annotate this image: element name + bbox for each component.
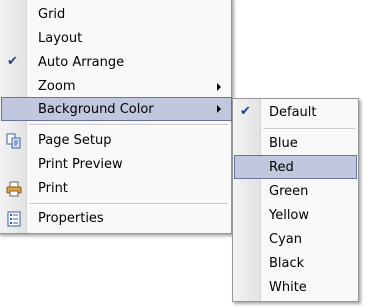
submenu-item-white[interactable]: White bbox=[235, 276, 356, 300]
submenu-item-red-label: Red bbox=[269, 160, 294, 175]
menu-item-background-color-label: Background Color bbox=[38, 102, 154, 117]
menu-item-page-setup-label: Page Setup bbox=[38, 133, 112, 148]
properties-icon bbox=[6, 211, 22, 227]
submenu-item-yellow[interactable]: Yellow bbox=[235, 204, 356, 228]
menu-item-grid-label: Grid bbox=[38, 7, 66, 22]
menu-item-print[interactable]: Print bbox=[1, 177, 229, 201]
menu-item-properties[interactable]: Properties bbox=[1, 207, 229, 231]
submenu-arrow-icon bbox=[217, 83, 221, 91]
menu-item-grid[interactable]: Grid bbox=[1, 3, 229, 27]
submenu-item-white-label: White bbox=[269, 280, 307, 295]
menu-item-background-color[interactable]: Background Color bbox=[1, 97, 232, 121]
submenu-item-green[interactable]: Green bbox=[235, 180, 356, 204]
submenu-item-red[interactable]: Red bbox=[234, 155, 357, 179]
menu-item-properties-label: Properties bbox=[38, 211, 104, 226]
menu-item-zoom[interactable]: Zoom bbox=[1, 75, 229, 99]
menu-item-layout-label: Layout bbox=[38, 31, 83, 46]
submenu-item-black-label: Black bbox=[269, 256, 305, 271]
page-setup-icon bbox=[6, 133, 22, 149]
menu-separator bbox=[29, 203, 228, 205]
menu-item-print-preview[interactable]: Print Preview bbox=[1, 153, 229, 177]
submenu-separator bbox=[263, 128, 355, 130]
menu-item-print-preview-label: Print Preview bbox=[38, 157, 123, 172]
menu-separator bbox=[29, 124, 228, 126]
background-color-submenu: ✔ Default Blue Red Green Yellow Cyan Bla… bbox=[232, 98, 359, 302]
submenu-item-yellow-label: Yellow bbox=[269, 208, 310, 223]
submenu-item-cyan[interactable]: Cyan bbox=[235, 228, 356, 252]
context-menu: Grid Layout ✔ Auto Arrange Zoom Backgrou… bbox=[0, 0, 232, 234]
menu-item-zoom-label: Zoom bbox=[38, 79, 76, 94]
submenu-item-green-label: Green bbox=[269, 184, 309, 199]
submenu-arrow-icon bbox=[217, 105, 221, 113]
submenu-item-default[interactable]: ✔ Default bbox=[235, 101, 356, 125]
checkmark-icon: ✔ bbox=[7, 54, 18, 69]
printer-icon bbox=[6, 181, 22, 197]
menu-item-page-setup[interactable]: Page Setup bbox=[1, 129, 229, 153]
menu-item-auto-arrange-label: Auto Arrange bbox=[38, 55, 125, 70]
submenu-item-blue-label: Blue bbox=[269, 136, 298, 151]
submenu-item-cyan-label: Cyan bbox=[269, 232, 302, 247]
menu-item-print-label: Print bbox=[38, 181, 68, 196]
menu-item-layout[interactable]: Layout bbox=[1, 27, 229, 51]
submenu-item-default-label: Default bbox=[269, 105, 317, 120]
checkmark-icon: ✔ bbox=[240, 104, 251, 119]
menu-item-auto-arrange[interactable]: ✔ Auto Arrange bbox=[1, 51, 229, 75]
submenu-item-black[interactable]: Black bbox=[235, 252, 356, 276]
submenu-item-blue[interactable]: Blue bbox=[235, 132, 356, 156]
